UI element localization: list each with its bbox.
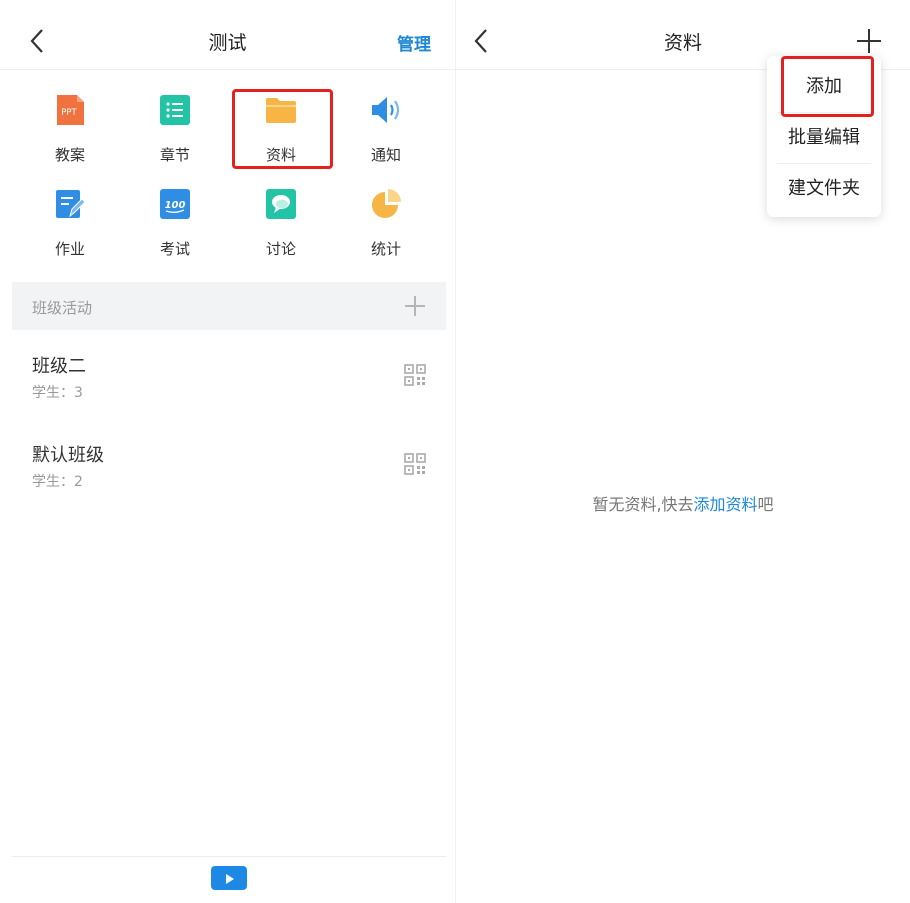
- course-navbar: 测试 管理: [0, 0, 455, 70]
- class-name: 默认班级: [32, 445, 104, 466]
- class-name: 班级二: [32, 356, 86, 377]
- list-icon: [160, 95, 190, 125]
- tile-label: 通知: [370, 146, 401, 164]
- tile-materials[interactable]: 资料: [231, 90, 331, 170]
- score-100-icon: 100: [160, 189, 190, 219]
- chat-bubble-icon: [266, 189, 296, 219]
- course-panel: 测试 管理 PPT 教案 章节 资料 通知 作业 100 考试 讨论 统计 班级…: [0, 0, 455, 903]
- empty-suffix: 吧: [757, 495, 774, 514]
- class-activity-header: 班级活动: [12, 282, 446, 330]
- student-count: 学生：2: [32, 474, 83, 490]
- exam-icon-text: 100: [165, 200, 186, 211]
- tile-label: 章节: [159, 146, 190, 164]
- tile-exam[interactable]: 100 考试: [125, 184, 225, 264]
- speaker-icon: [372, 97, 400, 123]
- tile-chapters[interactable]: 章节: [125, 90, 225, 170]
- student-count: 学生：3: [32, 385, 83, 401]
- plus-icon[interactable]: [404, 295, 426, 317]
- tile-discussion[interactable]: 讨论: [231, 184, 331, 264]
- tile-label: 考试: [159, 240, 190, 258]
- tile-label: 作业: [54, 240, 85, 258]
- menu-item-batch-edit[interactable]: 批量编辑: [767, 113, 881, 163]
- menu-item-add[interactable]: 添加: [767, 62, 881, 112]
- add-menu-dropdown: 添加 批量编辑 建文件夹: [767, 56, 881, 217]
- tile-homework[interactable]: 作业: [20, 184, 120, 264]
- homework-edit-icon: [56, 190, 86, 218]
- pie-chart-icon: [372, 189, 401, 218]
- tile-notice[interactable]: 通知: [336, 90, 436, 170]
- menu-item-new-folder[interactable]: 建文件夹: [767, 164, 881, 214]
- plus-icon[interactable]: [856, 28, 882, 54]
- ppt-icon-text: PPT: [61, 108, 77, 118]
- page-title: 资料: [663, 32, 702, 54]
- section-title: 班级活动: [32, 299, 93, 317]
- bottom-divider: [12, 856, 446, 857]
- tile-label: 统计: [370, 240, 401, 258]
- page-title: 测试: [208, 32, 247, 54]
- play-button[interactable]: [211, 866, 247, 890]
- play-icon: [226, 874, 234, 884]
- qr-code-icon[interactable]: [404, 364, 426, 386]
- manage-button[interactable]: 管理: [397, 30, 431, 55]
- qr-code-icon[interactable]: [404, 453, 426, 475]
- folder-icon: [266, 98, 296, 123]
- tile-statistics[interactable]: 统计: [336, 184, 436, 264]
- empty-prefix: 暂无资料,快去: [592, 495, 694, 514]
- materials-panel: 资料 添加 批量编辑 建文件夹 暂无资料,快去添加资料吧: [455, 0, 910, 903]
- class-item-default-class[interactable]: 默认班级 学生：2: [12, 441, 446, 521]
- tile-lesson-plan[interactable]: PPT 教案: [20, 90, 120, 170]
- tile-label: 教案: [54, 146, 85, 164]
- tile-label: 讨论: [265, 240, 296, 258]
- class-item-class-two[interactable]: 班级二 学生：3: [12, 352, 446, 432]
- empty-state-message: 暂无资料,快去添加资料吧: [456, 491, 910, 515]
- add-materials-link[interactable]: 添加资料: [694, 495, 758, 514]
- ppt-icon: PPT: [57, 95, 84, 125]
- tile-label: 资料: [265, 146, 296, 164]
